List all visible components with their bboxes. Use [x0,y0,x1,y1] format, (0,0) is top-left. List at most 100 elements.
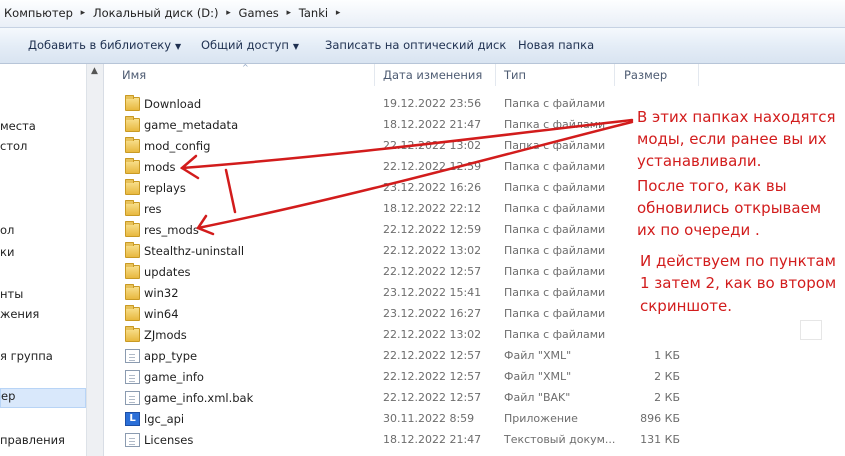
file-row[interactable]: Licenses 18.12.2022 21:47 Текстовый докум.… [120,430,680,451]
chevron-right-icon[interactable]: ▸ [332,8,344,18]
file-type: Папка с файлами [504,139,606,152]
breadcrumb-label: Games [238,6,279,20]
file-row[interactable]: replays 23.12.2022 16:26 Папка с файлами [120,178,680,199]
file-type: Текстовый докум... [504,433,616,446]
file-date: 22.12.2022 13:02 [383,139,482,152]
file-row[interactable]: Llgc_api 30.11.2022 8:59 Приложение 896 КБ [120,409,680,430]
file-name: ZJmods [144,328,187,342]
column-header-size[interactable]: Размер [618,64,699,86]
file-date: 22.12.2022 13:02 [383,328,482,341]
chevron-right-icon[interactable]: ▸ [223,8,235,18]
file-type: Папка с файлами [504,286,606,299]
file-row[interactable]: Stealthz-uninstall 22.12.2022 13:02 Папка … [120,241,680,262]
share-label: Общий доступ [201,38,289,52]
file-row[interactable]: app_type 22.12.2022 12:57 Файл "XML" 1 КБ [120,346,680,367]
file-date: 22.12.2022 12:57 [383,265,482,278]
address-bar[interactable]: Компьютер ▸ Локальный диск (D:) ▸ Games ▸ Tank… [0,0,845,28]
folder-icon [125,221,140,237]
document-icon [125,391,140,405]
file-type: Папка с файлами [504,97,606,110]
file-row[interactable]: game_metadata 18.12.2022 21:47 Папка с фай… [120,115,680,136]
file-name: replays [144,181,186,195]
file-date: 22.12.2022 13:02 [383,244,482,257]
nav-item[interactable]: нты [0,287,23,301]
file-type: Папка с файлами [504,328,606,341]
file-name: res_mods [144,223,199,237]
file-name: win32 [144,286,179,300]
file-size: 131 КБ [640,433,680,446]
file-size: 2 КБ [654,391,680,404]
column-header-type[interactable]: Тип [498,64,615,86]
file-row[interactable]: res 18.12.2022 22:12 Папка с файлами [120,199,680,220]
file-date: 19.12.2022 23:56 [383,97,482,110]
column-type-label: Тип [504,68,527,82]
file-size: 896 КБ [640,412,680,425]
nav-item[interactable]: ки [0,245,14,259]
folder-icon [125,263,140,279]
file-type: Папка с файлами [504,244,606,257]
chevron-right-icon[interactable]: ▸ [77,8,89,18]
file-row[interactable]: game_info 22.12.2022 12:57 Файл "XML" 2 КБ [120,367,680,388]
file-row[interactable]: win64 23.12.2022 16:27 Папка с файлами [120,304,680,325]
folder-icon [125,179,140,195]
sort-ascending-icon: ^ [242,63,249,72]
file-row[interactable]: res_mods 22.12.2022 12:59 Папка с файлами [120,220,680,241]
breadcrumb-item[interactable]: Компьютер ▸ [0,6,89,20]
burn-label: Записать на оптический диск [325,38,507,52]
breadcrumb-label: Компьютер [4,6,73,20]
file-row[interactable]: win32 23.12.2022 15:41 Папка с файлами [120,283,680,304]
file-date: 22.12.2022 12:57 [383,370,482,383]
file-name: Download [144,97,202,111]
file-row[interactable]: Download 19.12.2022 23:56 Папка с файлами [120,94,680,115]
breadcrumb-item[interactable]: Games ▸ [235,6,295,20]
chevron-down-icon: ▼ [175,42,182,51]
file-date: 22.12.2022 12:57 [383,349,482,362]
document-icon [125,433,140,447]
column-name-label: Имя [122,68,147,82]
annotation-line: И действуем по пунктам [640,252,836,270]
file-type: Папка с файлами [504,223,606,236]
command-bar: Добавить в библиотеку ▼ Общий доступ ▼ Зап… [0,28,845,64]
breadcrumb-item[interactable]: Локальный диск (D:) ▸ [89,6,235,20]
file-row[interactable]: game_info.xml.bak 22.12.2022 12:57 Файл "B… [120,388,680,409]
file-type: Файл "BAK" [504,391,571,404]
file-row[interactable]: ZJmods 22.12.2022 13:02 Папка с файлами [120,325,680,346]
file-size: 1 КБ [654,349,680,362]
file-type: Приложение [504,412,578,425]
nav-item-selected[interactable]: ер [0,388,86,408]
nav-item[interactable]: стол [0,139,27,153]
share-button[interactable]: Общий доступ ▼ [201,38,299,52]
file-name: mod_config [144,139,211,153]
nav-item[interactable]: я группа [0,349,53,363]
folder-icon [125,137,140,153]
nav-item[interactable]: ол [0,223,14,237]
nav-item[interactable]: места [0,119,36,133]
nav-item[interactable]: жения [0,307,39,321]
file-row[interactable]: updates 22.12.2022 12:57 Папка с файлами [120,262,680,283]
breadcrumb-label: Tanki [298,6,329,20]
file-name: game_info.xml.bak [144,391,254,405]
file-type: Папка с файлами [504,160,606,173]
breadcrumb: Компьютер ▸ Локальный диск (D:) ▸ Games ▸ Tank… [0,3,344,23]
column-header-date[interactable]: Дата изменения [377,64,496,86]
nav-item[interactable]: правления [0,433,65,447]
new-folder-button[interactable]: Новая папка [518,38,594,52]
file-row[interactable]: mod_config 22.12.2022 13:02 Папка с файлам… [120,136,680,157]
chevron-right-icon[interactable]: ▸ [283,8,295,18]
add-to-library-button[interactable]: Добавить в библиотеку ▼ [28,38,181,52]
column-date-label: Дата изменения [383,68,483,82]
annotation-line: 1 затем 2, как во втором [640,274,837,292]
breadcrumb-item[interactable]: Tanki ▸ [295,6,344,20]
file-row[interactable]: mods 22.12.2022 12:59 Папка с файлами [120,157,680,178]
file-date: 18.12.2022 21:47 [383,118,482,131]
file-date: 22.12.2022 12:57 [383,391,482,404]
new-folder-label: Новая папка [518,38,595,52]
file-date: 18.12.2022 22:12 [383,202,482,215]
nav-scrollbar[interactable]: ▲ [86,64,103,456]
folder-icon [125,158,140,174]
scroll-up-icon[interactable]: ▲ [91,66,98,76]
burn-button[interactable]: Записать на оптический диск [325,38,506,52]
folder-icon [125,242,140,258]
navigation-pane[interactable]: места стол ол ки нты жения я группа ер п… [0,64,104,456]
file-name: Stealthz-uninstall [144,244,245,258]
